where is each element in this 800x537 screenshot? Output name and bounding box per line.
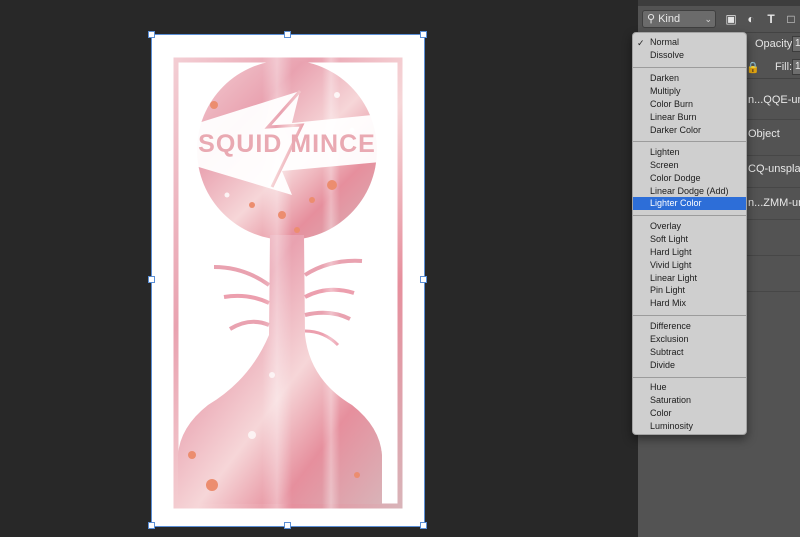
transform-handle-bm[interactable]	[284, 522, 291, 529]
menu-item-pin-light[interactable]: Pin Light	[633, 284, 746, 297]
menu-item-dissolve[interactable]: Dissolve	[633, 49, 746, 62]
menu-item-screen[interactable]: Screen	[633, 159, 746, 172]
layer-name: Object	[748, 128, 780, 140]
menu-item-vivid-light[interactable]: Vivid Light	[633, 259, 746, 272]
menu-item-saturation[interactable]: Saturation	[633, 394, 746, 407]
canvas-area[interactable]: SQUID MINCE	[0, 0, 638, 537]
layer-name: n...ZMM-unsp	[748, 197, 800, 209]
menu-separator	[633, 67, 746, 68]
layer-name: n...QQE-unsp	[748, 94, 800, 106]
layer-name: CQ-unsplash	[748, 163, 800, 175]
menu-item-darken[interactable]: Darken	[633, 72, 746, 85]
menu-separator	[633, 315, 746, 316]
menu-item-difference[interactable]: Difference	[633, 320, 746, 333]
layers-filter-bar: ⚲ Kind ⌄ ▣ ◐ T □	[638, 6, 800, 33]
kind-filter-label: Kind	[658, 13, 681, 25]
menu-item-exclusion[interactable]: Exclusion	[633, 333, 746, 346]
poster-artwork: SQUID MINCE	[173, 55, 403, 515]
menu-item-divide[interactable]: Divide	[633, 359, 746, 372]
menu-item-linear-burn[interactable]: Linear Burn	[633, 111, 746, 124]
transform-handle-ml[interactable]	[148, 276, 155, 283]
image-filter-icon[interactable]: ▣	[724, 13, 738, 26]
adjustment-filter-icon[interactable]: ◐	[744, 13, 758, 26]
poster-title: SQUID MINCE	[198, 130, 376, 158]
blend-mode-menu[interactable]: ✓ Normal Dissolve Darken Multiply Color …	[632, 32, 747, 435]
fill-label: Fill:	[775, 61, 793, 73]
chevron-down-icon: ⌄	[704, 14, 712, 24]
transform-handle-tl[interactable]	[148, 31, 155, 38]
menu-item-overlay[interactable]: Overlay	[633, 220, 746, 233]
menu-separator	[633, 377, 746, 378]
menu-item-luminosity[interactable]: Luminosity	[633, 420, 746, 433]
menu-item-darker-color[interactable]: Darker Color	[633, 124, 746, 137]
transform-handle-bl[interactable]	[148, 522, 155, 529]
opacity-input[interactable]: 1(	[792, 36, 800, 52]
menu-item-lighten[interactable]: Lighten	[633, 146, 746, 159]
fill-input[interactable]: 1(	[792, 59, 800, 75]
menu-item-multiply[interactable]: Multiply	[633, 85, 746, 98]
menu-item-hue[interactable]: Hue	[633, 381, 746, 394]
menu-item-lighter-color[interactable]: Lighter Color	[633, 197, 746, 210]
shape-filter-icon[interactable]: □	[784, 13, 798, 26]
menu-item-hard-light[interactable]: Hard Light	[633, 246, 746, 259]
transform-handle-mr[interactable]	[420, 276, 427, 283]
menu-separator	[633, 215, 746, 216]
transform-handle-tr[interactable]	[420, 31, 427, 38]
menu-item-color[interactable]: Color	[633, 407, 746, 420]
opacity-label: Opacity:	[755, 38, 796, 50]
lock-icon[interactable]: 🔒	[746, 61, 760, 74]
menu-item-color-burn[interactable]: Color Burn	[633, 98, 746, 111]
kind-filter-dropdown[interactable]: ⚲ Kind ⌄	[642, 10, 716, 28]
transform-handle-br[interactable]	[420, 522, 427, 529]
type-filter-icon[interactable]: T	[764, 13, 778, 26]
menu-item-hard-mix[interactable]: Hard Mix	[633, 297, 746, 310]
menu-item-soft-light[interactable]: Soft Light	[633, 233, 746, 246]
menu-item-subtract[interactable]: Subtract	[633, 346, 746, 359]
document-artboard[interactable]: SQUID MINCE	[148, 31, 427, 529]
menu-separator	[633, 141, 746, 142]
menu-item-color-dodge[interactable]: Color Dodge	[633, 172, 746, 185]
menu-item-normal[interactable]: Normal	[633, 36, 746, 49]
transform-handle-tm[interactable]	[284, 31, 291, 38]
search-icon: ⚲	[647, 13, 656, 25]
